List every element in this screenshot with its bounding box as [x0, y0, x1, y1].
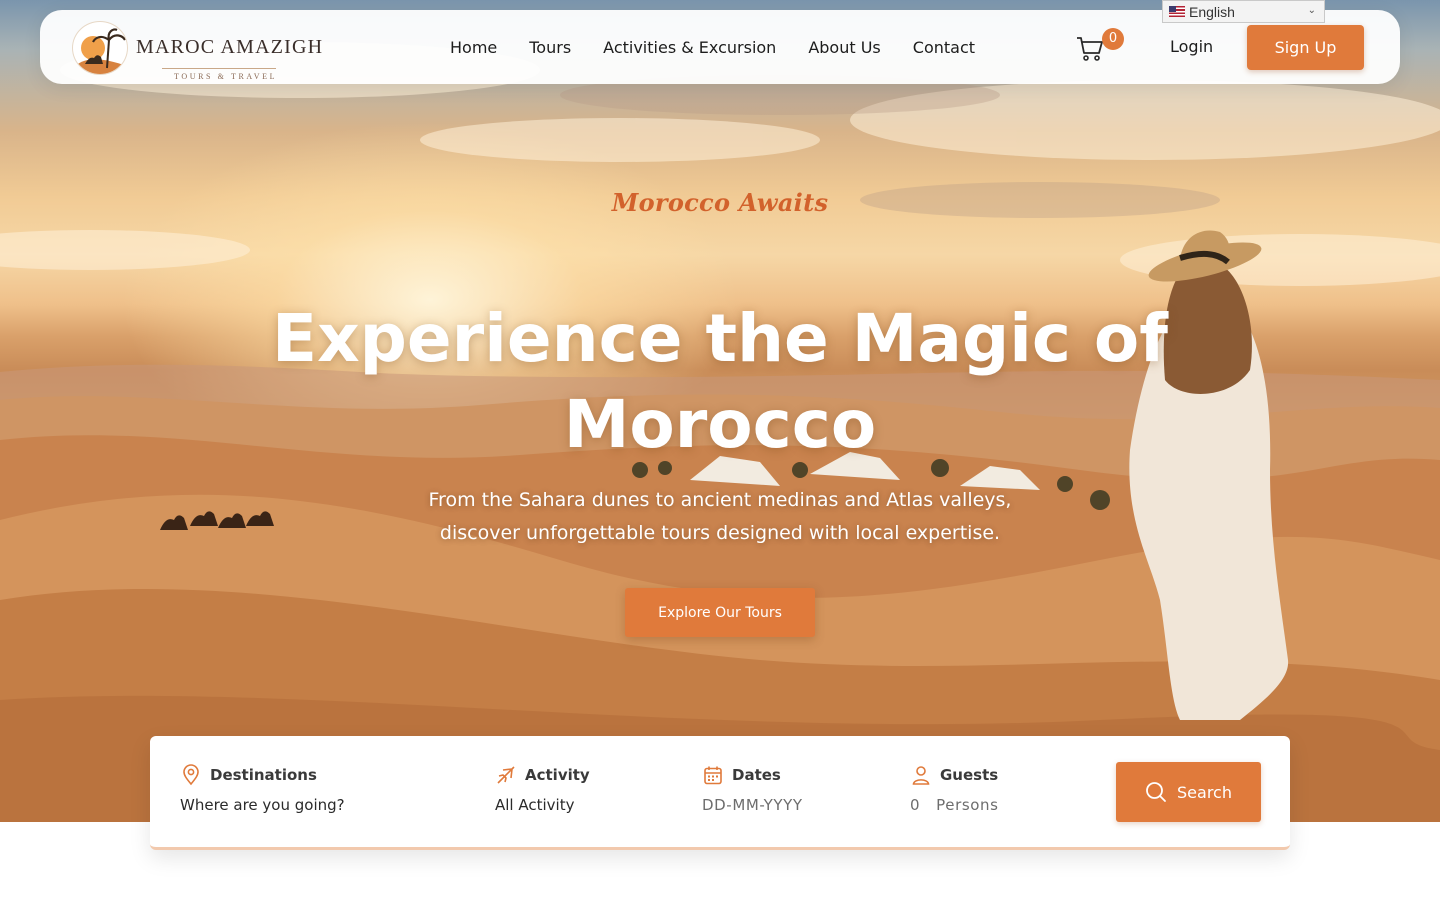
brand-subtitle: TOURS & TRAVEL: [174, 72, 278, 81]
guests-count: 0: [910, 796, 921, 814]
login-link[interactable]: Login: [1170, 37, 1213, 56]
nav-link-about[interactable]: About Us: [808, 38, 880, 57]
guests-label: Guests: [940, 766, 999, 784]
main-nav: Home Tours Activities & Excursion About …: [450, 10, 1007, 84]
destinations-label: Destinations: [210, 766, 317, 784]
activity-field[interactable]: Activity All Activity: [495, 762, 590, 814]
nav-link-tours[interactable]: Tours: [529, 38, 571, 57]
dates-label: Dates: [732, 766, 781, 784]
plane-icon: [497, 766, 515, 784]
user-icon: [912, 766, 930, 785]
hero-subtitle: From the Sahara dunes to ancient medinas…: [0, 484, 1440, 550]
activity-label: Activity: [525, 766, 590, 784]
cart-button[interactable]: 0: [1074, 28, 1126, 64]
search-button[interactable]: Search: [1116, 762, 1261, 822]
signup-button[interactable]: Sign Up: [1247, 25, 1364, 70]
explore-tours-button[interactable]: Explore Our Tours: [625, 588, 815, 637]
search-icon: [1146, 782, 1166, 802]
chevron-down-icon: ⌄: [1307, 5, 1316, 16]
brand-logo[interactable]: MAROC AMAZIGH TOURS & TRAVEL: [70, 19, 322, 81]
us-flag-icon: [1169, 6, 1185, 17]
cart-icon: [1077, 37, 1103, 61]
language-selected: English: [1189, 3, 1235, 20]
hero-tagline: Morocco Awaits: [611, 188, 829, 217]
guests-input[interactable]: 0 Persons: [910, 796, 999, 814]
logo-divider: [162, 68, 276, 69]
nav-link-contact[interactable]: Contact: [913, 38, 975, 57]
guests-field[interactable]: Guests 0 Persons: [910, 762, 999, 814]
search-button-label: Search: [1177, 782, 1232, 802]
hero-title: Experience the Magic of Morocco: [0, 296, 1440, 468]
guests-unit: Persons: [936, 796, 999, 814]
search-bar: Destinations Where are you going? Activi…: [150, 736, 1290, 850]
dates-input[interactable]: DD-MM-YYYY: [702, 796, 803, 814]
logo-emblem-icon: [72, 21, 128, 75]
hero-title-line2: Morocco: [563, 386, 877, 463]
destinations-field[interactable]: Destinations Where are you going?: [180, 762, 345, 814]
hero-subtitle-line2: discover unforgettable tours designed wi…: [439, 522, 1001, 544]
nav-link-home[interactable]: Home: [450, 38, 497, 57]
hero-subtitle-line1: From the Sahara dunes to ancient medinas…: [428, 489, 1012, 511]
cart-count-badge: 0: [1102, 28, 1124, 50]
brand-name: MAROC AMAZIGH: [136, 36, 324, 58]
location-pin-icon: [183, 764, 199, 786]
destinations-input[interactable]: Where are you going?: [180, 796, 345, 814]
hero-title-line1: Experience the Magic of: [272, 300, 1168, 377]
language-select[interactable]: English ⌄: [1162, 0, 1325, 23]
nav-link-activities[interactable]: Activities & Excursion: [603, 38, 776, 57]
calendar-icon: [704, 766, 722, 785]
dates-field[interactable]: Dates DD-MM-YYYY: [702, 762, 803, 814]
activity-select[interactable]: All Activity: [495, 796, 590, 814]
